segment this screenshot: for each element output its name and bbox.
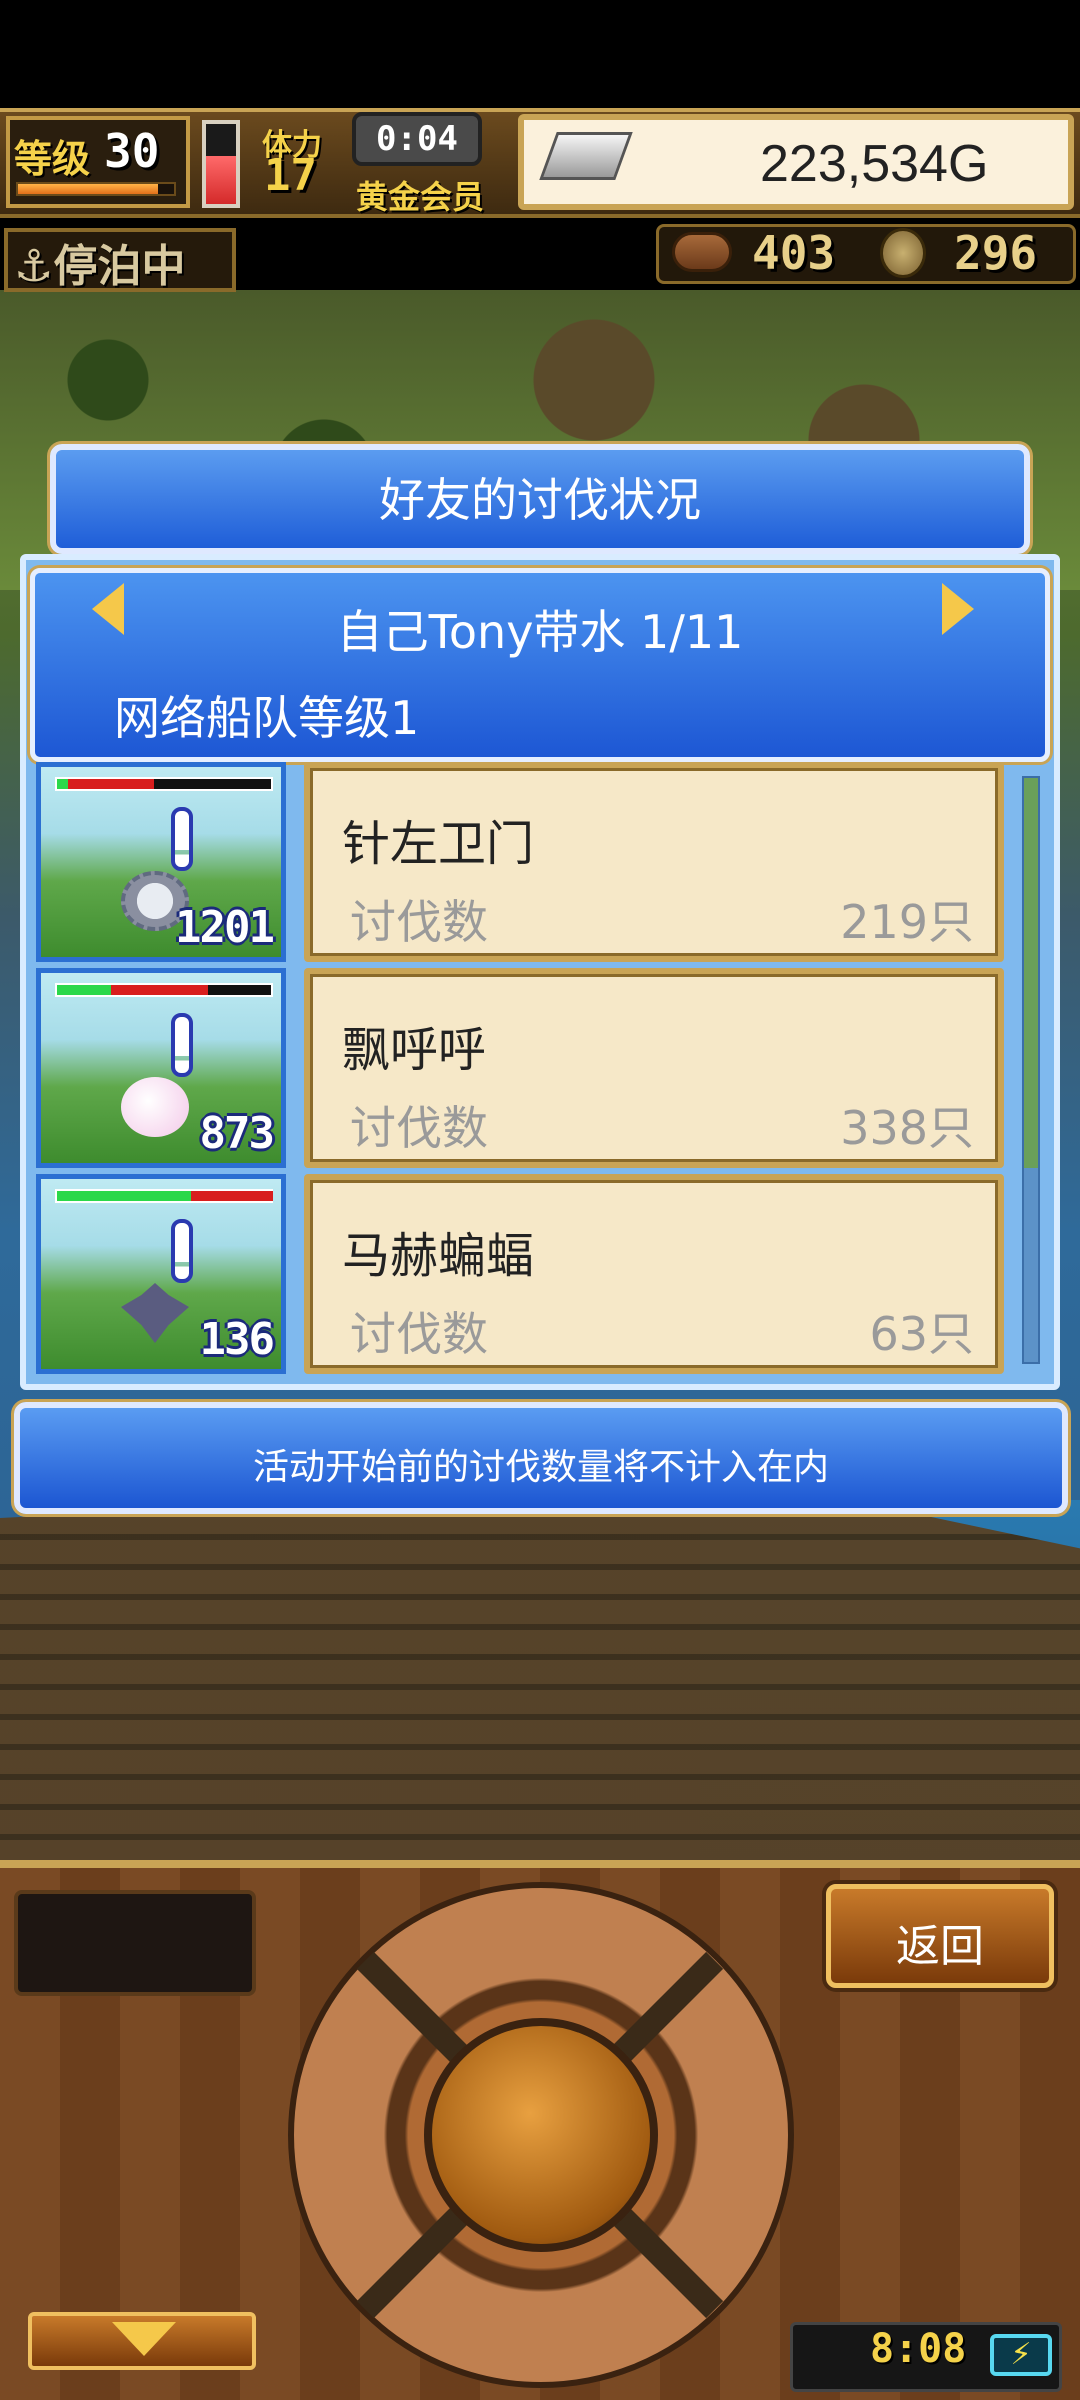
monster-thumbnail: 1201 bbox=[36, 762, 286, 962]
hp-bar-red bbox=[111, 985, 208, 995]
dock-status-label: 停泊中 bbox=[53, 241, 186, 292]
list-scrollbar-thumb[interactable] bbox=[1024, 778, 1038, 1168]
back-button-label: 返回 bbox=[896, 1921, 984, 1972]
puff-monster-icon bbox=[121, 1077, 189, 1137]
battery-icon: ⚡ bbox=[990, 2334, 1052, 2376]
kill-count-label: 讨伐数 bbox=[350, 895, 488, 949]
membership-label: 黄金会员 bbox=[356, 178, 485, 216]
dialog-title: 好友的讨伐状况 bbox=[379, 473, 701, 527]
dock-status-text: ⚓停泊中 bbox=[14, 241, 186, 292]
hp-bar-green bbox=[57, 985, 111, 995]
level-progress-fill bbox=[18, 184, 158, 194]
gold-amount: 223,534G bbox=[760, 135, 989, 193]
food-barrel-icon bbox=[672, 232, 732, 272]
kill-count-value: 338只 bbox=[840, 1101, 974, 1155]
notice-text: 活动开始前的讨伐数量将不计入在内 bbox=[252, 1447, 829, 1488]
monster-count: 1201 bbox=[175, 902, 275, 953]
monster-name: 马赫蝙蝠 bbox=[342, 1228, 535, 1284]
dpad-center-button[interactable] bbox=[424, 2018, 658, 2252]
kill-count-value: 63只 bbox=[869, 1307, 974, 1361]
monster-thumbnail: 136 bbox=[36, 1174, 286, 1374]
level-label: 等级 bbox=[14, 137, 91, 181]
exclamation-icon bbox=[171, 1013, 193, 1077]
fleet-level: 网络船队等级1 bbox=[114, 691, 420, 745]
resource-1-value: 403 bbox=[752, 226, 836, 280]
monster-row[interactable]: 136 马赫蝙蝠讨伐数 63只 bbox=[36, 1174, 1006, 1374]
monster-count: 136 bbox=[199, 1314, 275, 1365]
hp-bar-green bbox=[57, 1191, 191, 1201]
monster-info-card: 飘呼呼讨伐数 338只 bbox=[304, 968, 1004, 1168]
health-gauge-fill bbox=[206, 156, 236, 204]
stamina-value: 17 bbox=[264, 150, 317, 201]
ship-hull bbox=[0, 1480, 1080, 1860]
monster-name: 针左卫门 bbox=[342, 816, 535, 872]
monster-info-card: 针左卫门讨伐数 219只 bbox=[304, 762, 1004, 962]
down-arrow-icon bbox=[112, 2322, 176, 2356]
kill-count-label: 讨伐数 bbox=[350, 1307, 488, 1361]
kill-count-label: 讨伐数 bbox=[350, 1101, 488, 1155]
empty-slot bbox=[14, 1890, 256, 1996]
level-value: 30 bbox=[104, 124, 160, 178]
monster-row[interactable]: 1201 针左卫门讨伐数 219只 bbox=[36, 762, 1006, 962]
monster-count: 873 bbox=[199, 1108, 275, 1159]
hp-bar-red bbox=[68, 779, 154, 789]
clock-time: 8:08 bbox=[870, 2326, 967, 2372]
friend-name: 自己Tony带水 1/11 bbox=[336, 605, 744, 659]
hp-bar-green bbox=[57, 779, 68, 789]
resource-2-value: 296 bbox=[954, 226, 1038, 280]
kill-count-value: 219只 bbox=[840, 895, 974, 949]
monster-thumbnail: 873 bbox=[36, 968, 286, 1168]
monster-info-card: 马赫蝙蝠讨伐数 63只 bbox=[304, 1174, 1004, 1374]
exclamation-icon bbox=[171, 807, 193, 871]
timer-display: 0:04 bbox=[352, 112, 482, 166]
bat-monster-icon bbox=[121, 1283, 189, 1343]
monster-name: 飘呼呼 bbox=[342, 1022, 487, 1078]
monster-row[interactable]: 873 飘呼呼讨伐数 338只 bbox=[36, 968, 1006, 1168]
exclamation-icon bbox=[171, 1219, 193, 1283]
hp-bar-red bbox=[191, 1191, 273, 1201]
coin-icon bbox=[880, 228, 926, 278]
